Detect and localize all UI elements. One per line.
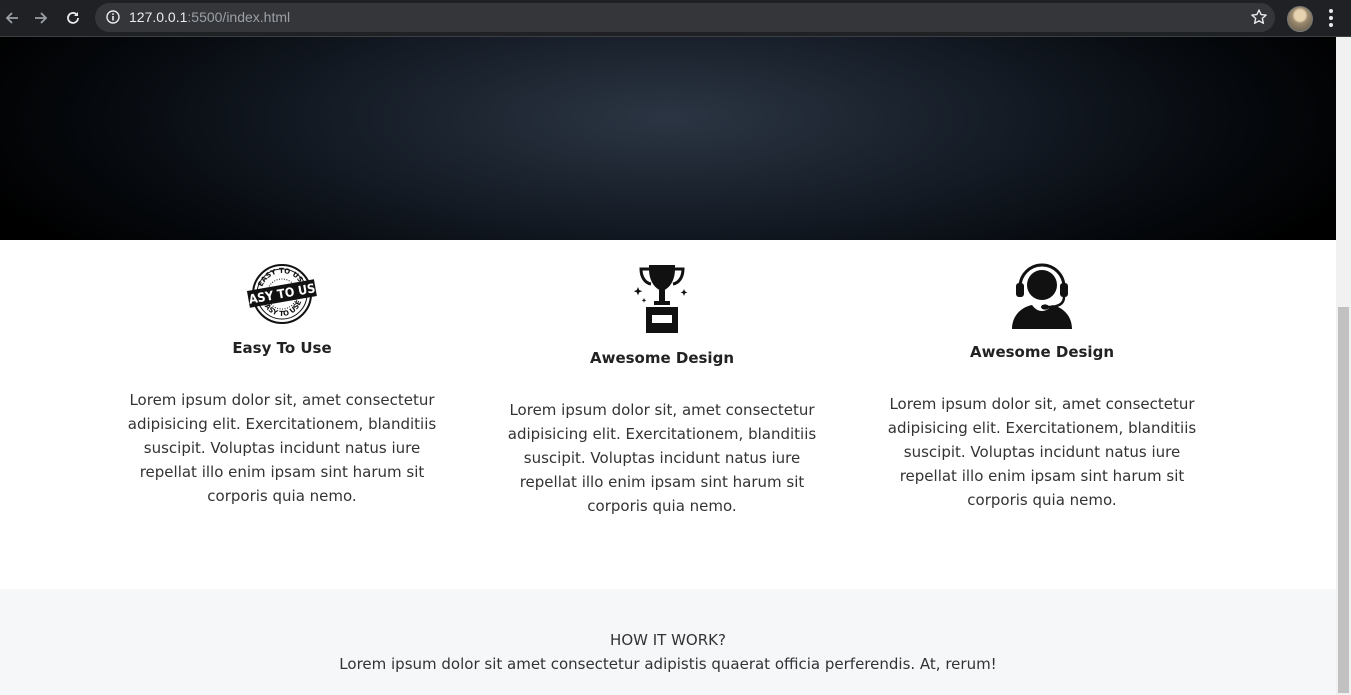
- forward-arrow-icon[interactable]: [29, 6, 53, 30]
- feature-text: Lorem ipsum dolor sit, amet consectetur …: [887, 395, 1197, 509]
- kebab-menu-icon[interactable]: [1322, 6, 1340, 30]
- scrollbar-thumb[interactable]: [1338, 307, 1349, 693]
- url-host: 127.0.0.1: [129, 9, 188, 25]
- star-icon[interactable]: [1250, 8, 1268, 26]
- section-text: Lorem ipsum dolor sit amet consectetur a…: [339, 655, 997, 673]
- vertical-scrollbar[interactable]: [1336, 37, 1351, 695]
- browser-toolbar: 127.0.0.1:5500/index.html: [0, 0, 1351, 37]
- feature-card-easy-to-use: EASY TO USE EASY TO USE EASY TO USE Easy…: [117, 263, 447, 508]
- page-viewport: EASY TO USE EASY TO USE EASY TO USE Easy…: [0, 37, 1336, 695]
- headset-support-icon: [1012, 263, 1072, 329]
- url-path: :5500/index.html: [187, 9, 291, 25]
- profile-avatar[interactable]: [1287, 6, 1313, 32]
- url-text[interactable]: 127.0.0.1:5500/index.html: [129, 9, 290, 26]
- how-it-works-section: HOW IT WORK? Lorem ipsum dolor sit amet …: [0, 589, 1336, 695]
- back-arrow-icon[interactable]: [0, 6, 24, 30]
- feature-title: Easy To Use: [232, 339, 332, 357]
- feature-title: Awesome Design: [589, 349, 734, 367]
- feature-card-awesome-design: Awesome Design Lorem ipsum dolor sit, am…: [497, 263, 827, 518]
- trophy-icon: [634, 265, 688, 333]
- feature-title: Awesome Design: [969, 343, 1114, 361]
- feature-text: Lorem ipsum dolor sit, amet consectetur …: [507, 401, 817, 515]
- section-title: HOW IT WORK?: [610, 631, 726, 649]
- hero-banner: [0, 37, 1336, 240]
- reload-icon[interactable]: [61, 6, 85, 30]
- feature-card-support: Awesome Design Lorem ipsum dolor sit, am…: [877, 263, 1207, 512]
- feature-text: Lorem ipsum dolor sit, amet consectetur …: [127, 391, 437, 505]
- address-bar[interactable]: 127.0.0.1:5500/index.html: [95, 3, 1275, 32]
- info-icon[interactable]: [105, 9, 121, 25]
- easy-to-use-badge-icon: EASY TO USE EASY TO USE EASY TO USE: [247, 264, 317, 324]
